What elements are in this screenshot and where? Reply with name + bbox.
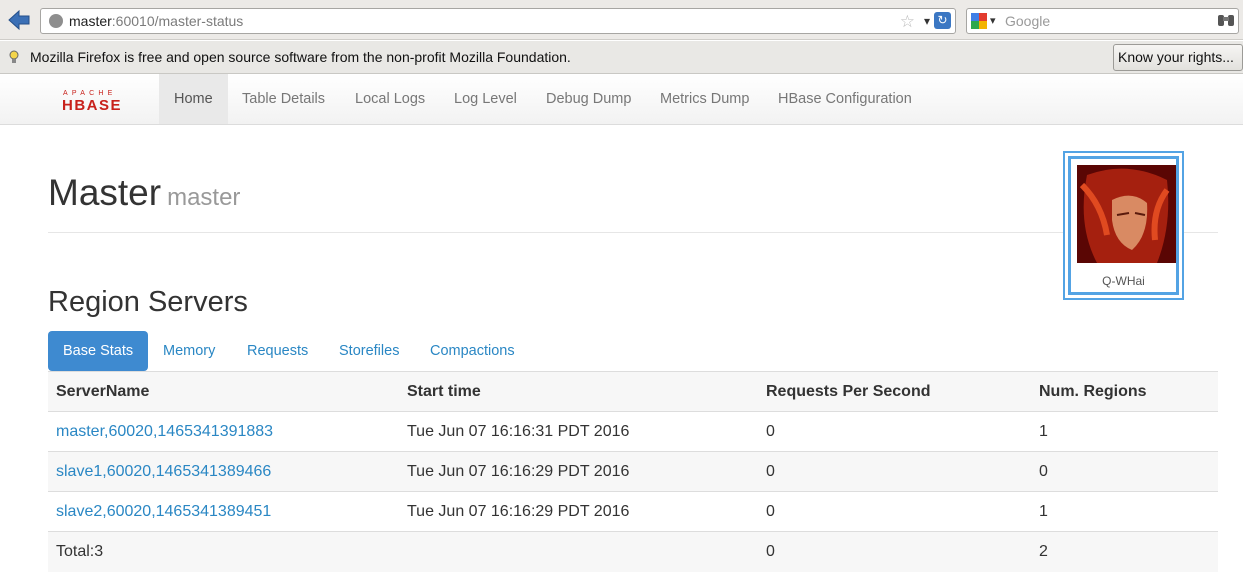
- nav-table-details[interactable]: Table Details: [227, 74, 340, 124]
- column-header: Num. Regions: [1031, 371, 1218, 412]
- start-time-cell: Tue Jun 07 16:16:29 PDT 2016: [399, 451, 758, 492]
- tab-storefiles[interactable]: Storefiles: [324, 331, 414, 371]
- avatar-portrait-icon: [1077, 165, 1176, 263]
- nav-local-logs[interactable]: Local Logs: [340, 74, 440, 124]
- avatar-widget[interactable]: Q-WHai: [1063, 151, 1184, 300]
- browser-toolbar: master:60010/master-status ☆ ▾ ↻ ▾ Googl…: [0, 0, 1243, 40]
- logo-main-text: HBASE: [62, 97, 122, 112]
- table-header-row: ServerName Start time Requests Per Secon…: [48, 371, 1218, 412]
- tab-requests[interactable]: Requests: [232, 331, 323, 371]
- avatar: [1077, 165, 1176, 263]
- total-rps: 0: [758, 531, 1031, 572]
- chevron-down-icon[interactable]: ▾: [924, 9, 930, 33]
- notification-text: Mozilla Firefox is free and open source …: [30, 49, 571, 65]
- google-icon[interactable]: [971, 13, 987, 29]
- nav-home[interactable]: Home: [159, 74, 228, 124]
- rps-cell: 0: [758, 491, 1031, 532]
- notification-bar: Mozilla Firefox is free and open source …: [0, 41, 1243, 74]
- table-total-row: Total:3 0 2: [48, 531, 1218, 572]
- reload-icon[interactable]: ↻: [934, 12, 951, 29]
- back-arrow-icon[interactable]: [6, 8, 32, 32]
- avatar-name: Q-WHai: [1102, 274, 1145, 288]
- column-header: Requests Per Second: [758, 371, 1031, 412]
- server-link[interactable]: slave1,60020,1465341389466: [56, 463, 271, 480]
- tab-base-stats[interactable]: Base Stats: [48, 331, 149, 371]
- nav-metrics-dump[interactable]: Metrics Dump: [645, 74, 764, 124]
- bookmark-star-icon[interactable]: ☆: [900, 10, 915, 34]
- server-name-cell: master,60020,1465341391883: [48, 411, 399, 452]
- column-header: Start time: [399, 371, 758, 412]
- start-time-cell: Tue Jun 07 16:16:29 PDT 2016: [399, 491, 758, 532]
- table-row: slave1,60020,1465341389466 Tue Jun 07 16…: [48, 451, 1218, 492]
- nav-log-level[interactable]: Log Level: [439, 74, 532, 124]
- page-subtitle: master: [167, 184, 241, 211]
- rps-cell: 0: [758, 411, 1031, 452]
- regions-cell: 1: [1031, 411, 1218, 452]
- server-name-cell: slave2,60020,1465341389451: [48, 491, 399, 532]
- search-placeholder: Google: [1005, 13, 1051, 29]
- logo-top-text: APACHE: [63, 90, 116, 97]
- hbase-logo[interactable]: APACHE HBASE: [62, 88, 146, 112]
- section-title: Region Servers: [48, 286, 248, 318]
- total-regions: 2: [1031, 531, 1218, 572]
- tab-compactions[interactable]: Compactions: [415, 331, 530, 371]
- globe-icon: [49, 14, 63, 28]
- chevron-down-icon[interactable]: ▾: [990, 9, 996, 33]
- binoculars-icon[interactable]: [1217, 12, 1235, 28]
- nav-debug-dump[interactable]: Debug Dump: [531, 74, 646, 124]
- divider: [48, 232, 1218, 233]
- region-servers-table: ServerName Start time Requests Per Secon…: [48, 371, 1218, 572]
- page-title: Master master: [48, 172, 240, 214]
- url-path: :60010/master-status: [111, 13, 244, 29]
- table-row: master,60020,1465341391883 Tue Jun 07 16…: [48, 411, 1218, 452]
- lightbulb-icon: [9, 50, 19, 63]
- url-input[interactable]: master:60010/master-status ☆ ▾ ↻: [40, 8, 956, 34]
- page-title-text: Master: [48, 172, 162, 213]
- navbar: APACHE HBASE Home Table Details Local Lo…: [0, 74, 1243, 125]
- empty-cell: [399, 531, 758, 572]
- regions-cell: 1: [1031, 491, 1218, 532]
- avatar-frame: Q-WHai: [1068, 156, 1179, 295]
- rps-cell: 0: [758, 451, 1031, 492]
- regions-cell: 0: [1031, 451, 1218, 492]
- server-link[interactable]: master,60020,1465341391883: [56, 423, 273, 440]
- server-name-cell: slave1,60020,1465341389466: [48, 451, 399, 492]
- url-host: master: [69, 13, 112, 29]
- column-header: ServerName: [48, 371, 399, 412]
- tab-memory[interactable]: Memory: [148, 331, 230, 371]
- start-time-cell: Tue Jun 07 16:16:31 PDT 2016: [399, 411, 758, 452]
- total-label: Total:3: [48, 531, 399, 572]
- know-your-rights-button[interactable]: Know your rights...: [1113, 44, 1243, 71]
- search-input[interactable]: ▾ Google: [966, 8, 1239, 34]
- nav-hbase-configuration[interactable]: HBase Configuration: [763, 74, 927, 124]
- table-row: slave2,60020,1465341389451 Tue Jun 07 16…: [48, 491, 1218, 532]
- server-link[interactable]: slave2,60020,1465341389451: [56, 503, 271, 520]
